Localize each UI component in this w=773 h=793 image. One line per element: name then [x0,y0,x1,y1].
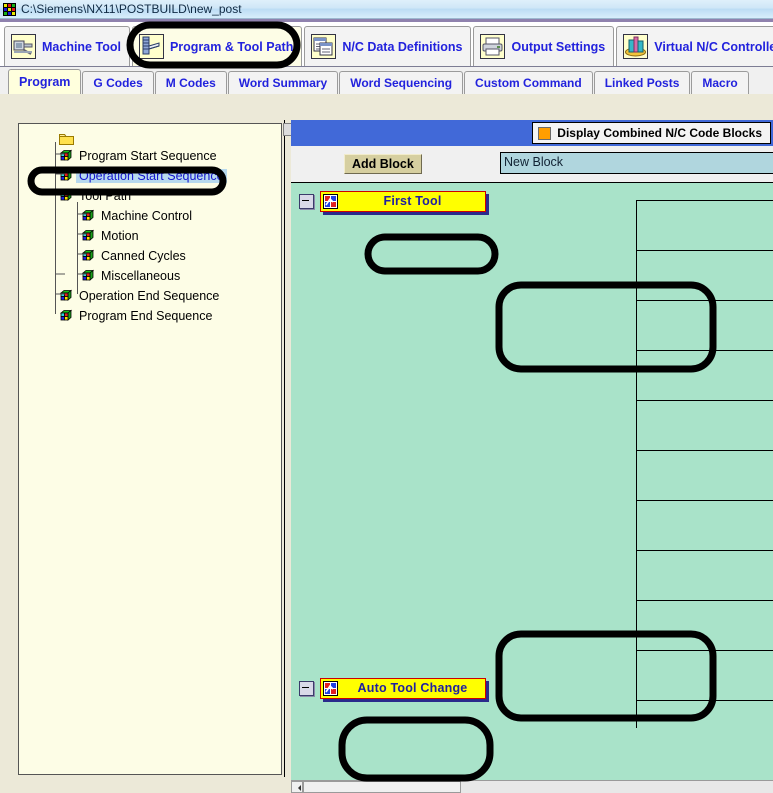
subtab-custom-command[interactable]: Custom Command [464,71,593,94]
block-connector [636,550,773,551]
tree-node-label: Program End Sequence [79,309,213,323]
printer-icon [480,34,506,59]
checkbox-indicator-icon[interactable] [538,126,552,140]
display-combined-label: Display Combined N/C Code Blocks [557,126,762,140]
tab-program-tool-path-label: Program & Tool Path [169,39,294,54]
node-cube-icon [81,249,98,263]
tree-node-label: Machine Control [101,209,193,223]
node-cube-icon [81,209,98,223]
nx-grid-icon [3,2,16,16]
block-editor-pane: Display Combined N/C Code Blocks Add Blo… [291,120,773,781]
display-combined-checkbox[interactable]: Display Combined N/C Code Blocks [532,122,771,144]
subtab-word-summary[interactable]: Word Summary [227,71,339,94]
group-label: First Tool [383,194,442,208]
tree-node-tool-path[interactable]: Tool Path [19,186,281,206]
main-tab-strip: Machine Tool Program & Tool Path N/C Dat… [0,19,773,67]
block-connector [636,500,773,501]
program-tool-path-icon [138,34,164,59]
tab-virtual-nc-controller-label: Virtual N/C Controller [654,39,773,54]
node-cube-icon [59,149,76,163]
scroll-thumb[interactable] [303,781,461,793]
scroll-left-arrow[interactable] [291,781,303,793]
left-pane-footer [0,781,291,793]
block-toolbar: Add Block New Block [291,146,773,182]
tree-node-label: Canned Cycles [101,249,186,263]
block-connector [636,450,773,451]
sequence-tree-panel[interactable]: Program Start Sequence Operation Start Se… [18,123,282,775]
block-editor-header: Display Combined N/C Code Blocks [291,120,773,146]
tree-node-label: Motion [101,229,139,243]
virtual-controller-icon [623,34,649,59]
node-cube-icon [59,189,76,203]
node-cube-icon [81,269,98,283]
tab-output-settings[interactable]: Output Settings [473,26,615,66]
group-label: Auto Tool Change [357,681,468,695]
group-button-auto-tool-change[interactable]: Auto Tool Change [320,677,486,699]
add-block-button[interactable]: Add Block [344,154,422,174]
tool-group-icon [321,193,340,209]
tree-node-machine-control[interactable]: Machine Control [19,206,281,226]
group-connector-trunk [636,201,637,691]
block-connector [636,200,773,201]
subtab-g-codes[interactable]: G Codes [82,71,154,94]
node-cube-icon [59,289,76,303]
node-cube-icon [59,169,76,183]
tree-node-motion[interactable]: Motion [19,226,281,246]
tree-node-miscellaneous[interactable]: Miscellaneous [19,266,281,286]
machine-tool-icon [11,34,36,59]
tab-nc-data-definitions-label: N/C Data Definitions [342,39,463,54]
subtab-linked-posts[interactable]: Linked Posts [593,71,691,94]
tree-node-program-end-sequence[interactable]: Program End Sequence [19,306,281,326]
node-cube-icon [59,309,76,323]
subtab-macro[interactable]: Macro [691,71,749,94]
tree-node-operation-end-sequence[interactable]: Operation End Sequence [19,286,281,306]
tab-virtual-nc-controller[interactable]: Virtual N/C Controller [616,26,773,66]
tree-root[interactable] [19,130,281,146]
tree-node-label: Operation End Sequence [79,289,220,303]
tree-node-label: Tool Path [79,189,132,203]
tree-node-label: Miscellaneous [101,269,181,283]
block-connector [636,250,773,251]
tree-node-label: Program Start Sequence [79,149,217,163]
folder-icon [59,132,74,145]
subtab-m-codes[interactable]: M Codes [154,71,227,94]
tool-group-icon [321,680,340,696]
group-button-first-tool[interactable]: First Tool [320,190,486,212]
block-connector [636,700,773,701]
subtab-word-sequencing[interactable]: Word Sequencing [339,71,464,94]
group-collapse-toggle[interactable] [299,193,314,209]
new-block-input[interactable]: New Block [500,152,773,174]
block-connector [636,600,773,601]
block-connector [636,350,773,351]
group-connector-trunk-2 [636,688,637,728]
group-header-1[interactable]: Auto Tool Change [299,677,486,699]
pane-splitter[interactable] [284,120,291,777]
block-connector [636,300,773,301]
tab-nc-data-definitions[interactable]: N/C Data Definitions [304,26,472,66]
group-collapse-toggle[interactable] [299,680,314,696]
tree-node-operation-start-sequence[interactable]: Operation Start Sequence [19,166,281,186]
sequence-tree: Program Start Sequence Operation Start Se… [19,124,281,326]
group-header-0[interactable]: First Tool [299,190,486,212]
post-builder-window: C:\Siemens\NX11\POSTBUILD\new_post Machi… [0,0,773,793]
horizontal-scrollbar[interactable] [291,780,773,793]
tree-node-label: Operation Start Sequence [76,169,227,183]
tab-program-tool-path[interactable]: Program & Tool Path [131,26,303,66]
node-cube-icon [81,229,98,243]
tab-machine-tool[interactable]: Machine Tool [4,26,130,66]
tab-output-settings-label: Output Settings [511,39,606,54]
tab-machine-tool-label: Machine Tool [42,39,121,54]
sub-tab-strip: Program G Codes M Codes Word Summary Wor… [0,67,773,95]
title-bar: C:\Siemens\NX11\POSTBUILD\new_post [0,0,773,19]
subtab-program[interactable]: Program [8,69,82,94]
nc-data-definitions-icon [311,34,337,59]
block-connector [636,400,773,401]
tree-node-program-start-sequence[interactable]: Program Start Sequence [19,146,281,166]
content-split: Program Start Sequence Operation Start Se… [0,94,773,793]
window-title: C:\Siemens\NX11\POSTBUILD\new_post [21,2,242,16]
block-canvas[interactable]: First ToolAuto Tool ChangeTRAFOOFSUPA G0… [291,182,773,781]
tree-rows: Program Start Sequence Operation Start Se… [19,146,281,326]
tree-node-canned-cycles[interactable]: Canned Cycles [19,246,281,266]
block-connector [636,650,773,651]
